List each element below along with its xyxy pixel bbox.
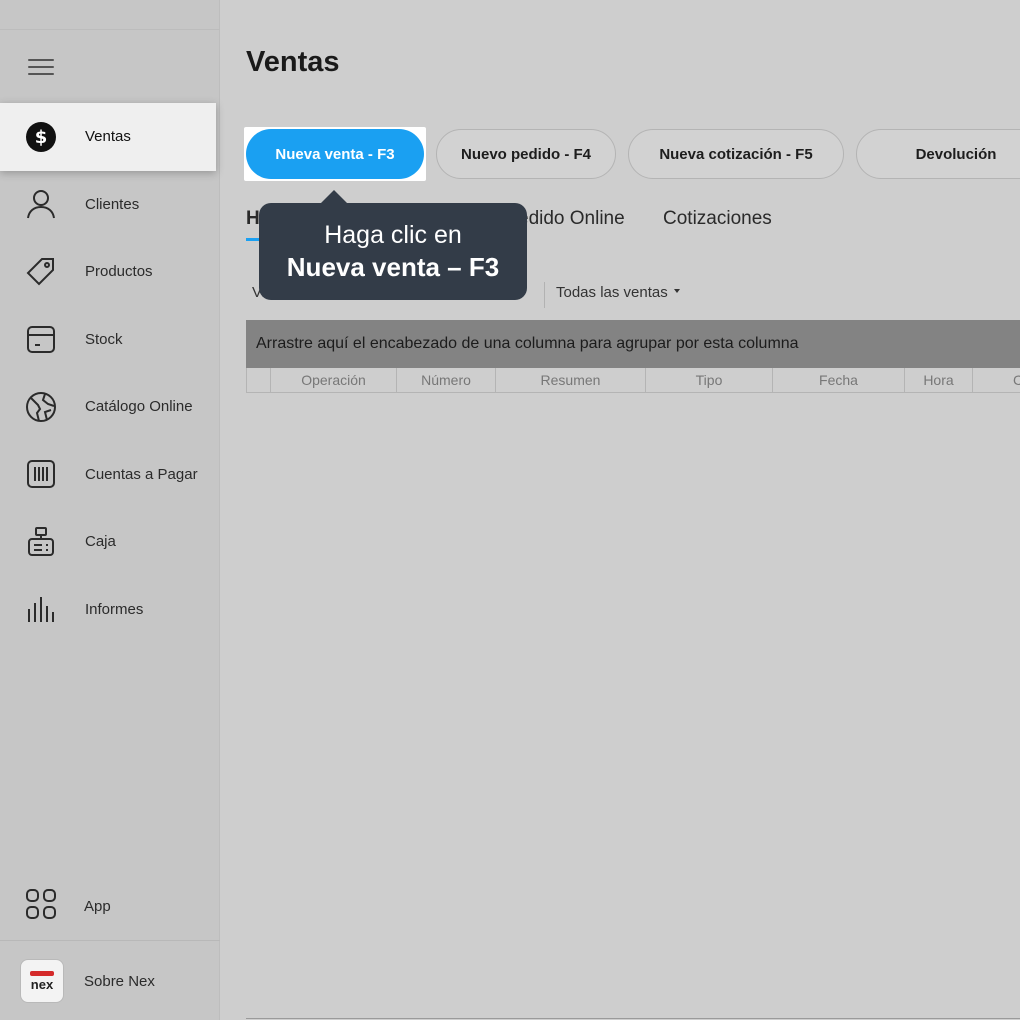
sidebar-item-label: Ventas [85, 128, 131, 146]
select-column-header[interactable] [247, 368, 271, 392]
sidebar: $ Ventas Clientes Productos Stock Catálo… [0, 0, 220, 1020]
sidebar-item-caja[interactable]: Caja [0, 508, 220, 576]
user-icon [24, 187, 58, 221]
new-sale-button[interactable]: Nueva venta - F3 [244, 127, 426, 181]
column-header[interactable]: Hora [905, 368, 973, 392]
sidebar-item-label: Sobre Nex [84, 972, 155, 990]
register-icon [24, 525, 58, 559]
box-icon [24, 322, 58, 356]
page-title: Ventas [246, 46, 340, 78]
group-by-hint: Arrastre aquí el encabezado de una colum… [256, 335, 799, 352]
sidebar-item-app[interactable]: App [0, 872, 220, 941]
grid-header: Operación Número Resumen Tipo Fecha Hora… [246, 368, 1020, 393]
guide-tooltip: Haga clic en Nueva venta – F3 [259, 203, 527, 300]
tag-icon [24, 255, 58, 289]
sidebar-item-label: App [84, 897, 111, 915]
sidebar-item-label: Stock [85, 330, 123, 348]
sidebar-item-label: Catálogo Online [85, 398, 193, 416]
return-button[interactable]: Devolución [856, 129, 1020, 179]
tab-cotizaciones[interactable]: Cotizaciones [663, 208, 772, 230]
dollar-circle-icon: $ [24, 120, 58, 154]
tab-pedido-online[interactable]: edido Online [518, 208, 625, 230]
column-header[interactable]: Número [397, 368, 496, 392]
tooltip-arrow [320, 190, 348, 204]
grid-bottom-border [246, 1018, 1020, 1019]
sidebar-item-cuentas-a-pagar[interactable]: Cuentas a Pagar [0, 441, 220, 509]
tooltip-line2: Nueva venta – F3 [286, 252, 500, 282]
column-header[interactable]: Tipo [646, 368, 773, 392]
sidebar-item-label: Informes [85, 600, 144, 618]
tab-historial[interactable]: H [246, 208, 260, 230]
sidebar-item-productos[interactable]: Productos [0, 238, 220, 306]
sidebar-item-catalogo-online[interactable]: Catálogo Online [0, 373, 220, 441]
barcode-icon [24, 457, 58, 491]
new-order-button[interactable]: Nuevo pedido - F4 [436, 129, 616, 179]
sidebar-item-label: Productos [85, 263, 153, 281]
sidebar-item-ventas[interactable]: $ Ventas [0, 103, 216, 171]
globe-icon [24, 390, 58, 424]
tooltip-line1: Haga clic en [324, 221, 462, 249]
sales-filter-dropdown[interactable]: Todas las ventas [556, 284, 680, 301]
sidebar-item-label: Clientes [85, 195, 140, 213]
sidebar-nav: $ Ventas Clientes Productos Stock Catálo… [0, 103, 220, 643]
column-header[interactable]: Operación [271, 368, 397, 392]
sidebar-item-clientes[interactable]: Clientes [0, 171, 220, 239]
sidebar-item-label: Caja [85, 533, 116, 551]
sidebar-item-sobre-nex[interactable]: nex Sobre Nex [0, 942, 220, 1020]
sidebar-item-stock[interactable]: Stock [0, 306, 220, 374]
column-header[interactable]: Fecha [773, 368, 905, 392]
action-bar: Nueva venta - F3 Nuevo pedido - F4 Nueva… [244, 127, 1020, 181]
bar-chart-icon [24, 592, 58, 626]
svg-text:$: $ [35, 127, 48, 148]
filter-separator [544, 282, 545, 308]
grid-icon [24, 887, 58, 926]
column-header[interactable]: C [973, 368, 1020, 392]
column-header[interactable]: Resumen [496, 368, 646, 392]
sidebar-item-informes[interactable]: Informes [0, 576, 220, 644]
nex-logo: nex [20, 959, 64, 1003]
sidebar-item-label: Cuentas a Pagar [85, 465, 198, 483]
hamburger-icon[interactable] [28, 59, 54, 77]
caret-down-icon [673, 289, 680, 294]
group-by-panel[interactable]: Arrastre aquí el encabezado de una colum… [246, 320, 1020, 368]
sidebar-top-strip [0, 0, 220, 30]
new-quote-button[interactable]: Nueva cotización - F5 [628, 129, 844, 179]
